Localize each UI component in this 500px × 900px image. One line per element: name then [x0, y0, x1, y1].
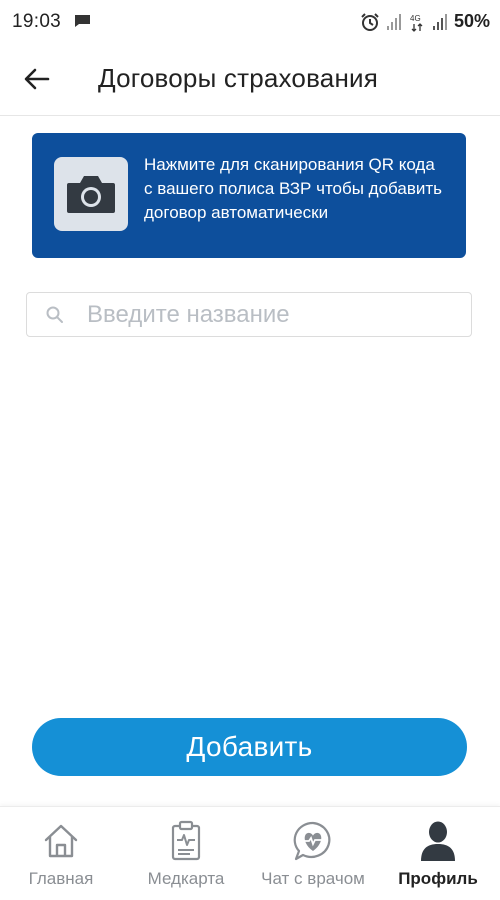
add-button-label: Добавить — [186, 731, 313, 762]
bottom-nav: Главная Медкарта Чат с врачом Профиль — [0, 806, 500, 900]
nav-label-profile: Профиль — [398, 869, 478, 888]
add-button[interactable]: Добавить — [32, 718, 467, 776]
camera-icon — [67, 176, 115, 213]
profile-icon — [416, 819, 460, 863]
arrow-left-icon — [24, 68, 50, 90]
search-icon — [46, 306, 63, 323]
svg-text:4G: 4G — [410, 14, 421, 23]
camera-button[interactable] — [54, 157, 128, 231]
search-field[interactable] — [26, 292, 472, 337]
nav-item-medical-record[interactable]: Медкарта — [122, 807, 250, 900]
nav-label-medical-record: Медкарта — [147, 869, 225, 888]
doctor-chat-icon — [291, 819, 335, 863]
medical-record-icon — [164, 819, 208, 863]
battery-percent: 50% — [453, 11, 490, 31]
4g-icon: 4G — [410, 14, 423, 32]
status-bar: 19:03 4G 50% — [0, 0, 500, 42]
alarm-icon — [361, 12, 379, 31]
nav-item-profile[interactable]: Профиль — [376, 807, 500, 900]
status-icons: 4G 50% — [360, 11, 490, 32]
signal-icon — [432, 13, 447, 30]
nav-item-home[interactable]: Главная — [0, 807, 122, 900]
nav-item-doctor-chat[interactable]: Чат с врачом — [250, 807, 376, 900]
scan-banner-text: Нажмите для сканирования QR кода с вашег… — [144, 155, 443, 222]
home-icon — [39, 819, 83, 863]
message-icon — [75, 15, 90, 27]
status-time: 19:03 — [12, 11, 62, 32]
page-title: Договоры страхования — [98, 63, 379, 93]
app-header: Договоры страхования — [0, 42, 500, 116]
signal-icon — [386, 13, 401, 30]
nav-label-doctor-chat: Чат с врачом — [261, 869, 365, 888]
search-input[interactable] — [87, 299, 457, 331]
scan-qr-banner[interactable]: Нажмите для сканирования QR кода с вашег… — [32, 133, 466, 258]
nav-label-home: Главная — [28, 869, 94, 888]
back-button[interactable] — [18, 60, 56, 98]
